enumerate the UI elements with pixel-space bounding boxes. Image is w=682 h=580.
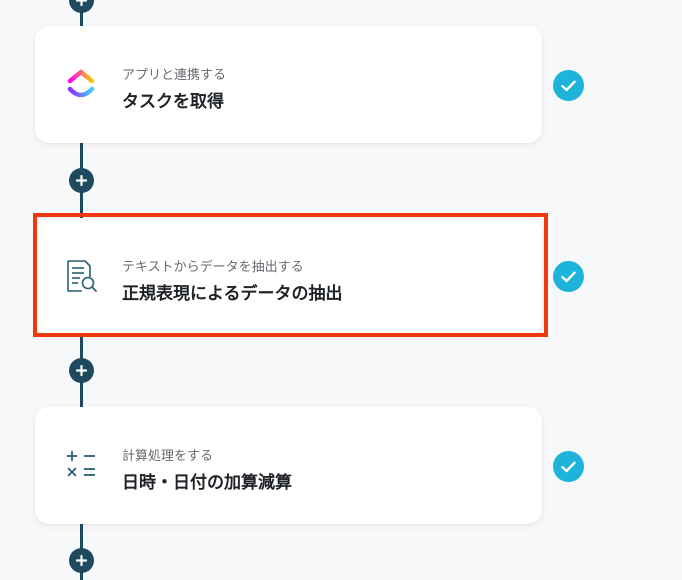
plus-icon (76, 0, 87, 6)
clickup-logo-icon (61, 64, 101, 104)
add-step-button[interactable] (69, 358, 94, 383)
step-card-date-calc[interactable]: 計算処理をする 日時・日付の加算減算 (35, 407, 542, 524)
step-card-regex-extract[interactable]: テキストからデータを抽出する 正規表現によるデータの抽出 (35, 218, 542, 335)
add-step-button[interactable] (69, 168, 94, 193)
step-title: タスクを取得 (122, 92, 224, 112)
step-type-label: 計算処理をする (122, 449, 214, 464)
completed-check-icon (553, 70, 584, 101)
plus-icon (76, 555, 87, 566)
step-type-label: テキストからデータを抽出する (122, 260, 304, 275)
step-title: 正規表現によるデータの抽出 (122, 284, 343, 304)
plus-icon (76, 175, 87, 186)
plus-icon (76, 365, 87, 376)
step-type-label: アプリと連携する (122, 68, 227, 83)
completed-check-icon (553, 261, 584, 292)
completed-check-icon (553, 451, 584, 482)
step-title: 日時・日付の加算減算 (122, 473, 292, 493)
document-search-icon (61, 256, 101, 296)
calculator-operators-icon (61, 445, 101, 485)
add-step-button-top[interactable] (69, 0, 94, 13)
step-card-get-task[interactable]: アプリと連携する タスクを取得 (35, 26, 542, 143)
add-step-button[interactable] (69, 548, 94, 573)
